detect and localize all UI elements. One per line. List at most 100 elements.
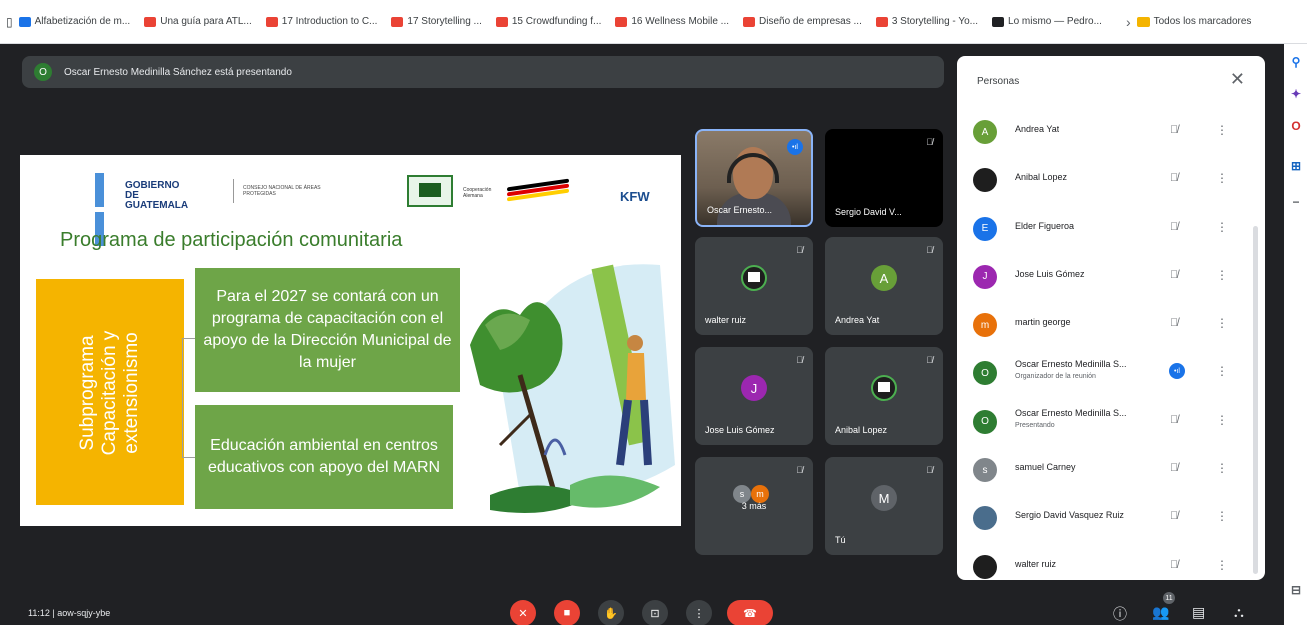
participant-role: Presentando — [1015, 421, 1055, 429]
participant-name: Andrea Yat — [1015, 124, 1060, 134]
participant-row[interactable]: Sergio David Vasquez Ruiz 🎙̸ ⋮ — [957, 496, 1257, 544]
bookmark-item[interactable]: 17 Introduction to C... — [265, 16, 377, 27]
clock-time: 11:12 — [28, 608, 50, 618]
activities-icon[interactable]: ⛬ — [1234, 604, 1244, 621]
participant-avatar: E — [973, 216, 997, 241]
participant-name: walter ruiz — [1015, 558, 1057, 569]
participant-avatar: A — [973, 120, 997, 144]
participant-tile[interactable]: 🎙̸ J Jose Luis Gómez — [695, 347, 813, 445]
bookmark-item[interactable]: 17 Storytelling ... — [391, 16, 482, 27]
mic-muted-icon[interactable]: 🎙̸ — [1170, 510, 1178, 522]
participant-row[interactable]: J Jose Luis Gómez 🎙̸ ⋮ — [957, 255, 1257, 303]
gemini-icon[interactable]: ✦ — [1290, 88, 1302, 100]
mic-muted-icon[interactable]: 🎙̸ — [1170, 414, 1178, 426]
bookmark-label: Una guía para ATL... — [160, 16, 252, 27]
gov-name: GOBIERNO DE GUATEMALA — [125, 180, 189, 211]
participant-row[interactable]: m martin george 🎙̸ ⋮ — [957, 303, 1257, 351]
mic-muted-icon[interactable]: 🎙̸ — [1170, 317, 1178, 329]
info-icon[interactable]: ⓘ — [1113, 604, 1127, 624]
participant-row[interactable]: O Oscar Ernesto Medinilla S... Organizador… — [957, 351, 1257, 399]
panel-scrollbar[interactable] — [1253, 226, 1258, 574]
mic-muted-icon[interactable]: 🎙̸ — [1170, 462, 1178, 474]
mic-muted-icon[interactable]: 🎙̸ — [1170, 269, 1178, 281]
headphones — [727, 153, 779, 183]
participant-row[interactable]: O Oscar Ernesto Medinilla S... Presentando… — [957, 400, 1257, 448]
outlook-icon[interactable]: ⊞ — [1290, 160, 1302, 172]
participant-name: Andrea Yat — [835, 315, 880, 325]
raise-hand-button[interactable]: ✋ — [598, 600, 624, 625]
more-vert-icon[interactable]: ⋮ — [1216, 268, 1228, 282]
bookmark-favicon-icon — [743, 16, 756, 27]
bookmark-favicon-icon — [615, 16, 628, 27]
participant-row[interactable]: E Elder Figueroa 🎙̸ ⋮ — [957, 207, 1257, 255]
bookmark-page-icon: ▯ — [6, 14, 13, 29]
participant-row[interactable]: A Andrea Yat 🎙̸ ⋮ — [957, 110, 1257, 158]
participant-row[interactable]: Anibal Lopez 🎙̸ ⋮ — [957, 158, 1257, 206]
bookmark-item[interactable]: 15 Crowdfunding f... — [495, 16, 601, 27]
more-vert-icon[interactable]: ⋮ — [1216, 364, 1228, 378]
bookmark-favicon-icon — [875, 16, 888, 27]
participant-avatar: J — [741, 375, 767, 401]
mic-off-button[interactable]: ✕ — [510, 600, 536, 625]
more-vert-icon[interactable]: ⋮ — [1216, 171, 1228, 185]
chat-icon[interactable]: ▤ — [1192, 604, 1205, 621]
all-bookmarks-label: Todos los marcadores — [1153, 16, 1252, 27]
add-icon[interactable]: − — [1290, 196, 1302, 208]
more-options-button[interactable]: ⋮ — [686, 600, 712, 625]
bookmarks-more-icon[interactable]: › — [1126, 14, 1131, 30]
all-bookmarks-folder[interactable]: Todos los marcadores — [1136, 16, 1252, 27]
mic-muted-icon[interactable]: 🎙̸ — [1170, 124, 1178, 136]
search-icon[interactable]: ⚲ — [1290, 56, 1302, 68]
more-vert-icon[interactable]: ⋮ — [1216, 413, 1228, 427]
participant-tile[interactable]: 🎙̸ s m 3 más — [695, 457, 813, 555]
more-vert-icon[interactable]: ⋮ — [1216, 220, 1228, 234]
participant-tile[interactable]: •ıl Oscar Ernesto... — [695, 129, 813, 227]
participant-tile[interactable]: 🎙̸ Sergio David V... — [825, 129, 943, 227]
bookmark-favicon-icon — [992, 16, 1005, 27]
more-vert-icon[interactable]: ⋮ — [1216, 123, 1228, 137]
bookmark-item[interactable]: Una guía para ATL... — [144, 16, 252, 27]
mic-muted-icon[interactable]: 🎙̸ — [1170, 559, 1178, 571]
participant-row[interactable]: walter ruiz 🎙̸ ⋮ — [957, 545, 1257, 593]
mic-muted-icon[interactable]: 🎙̸ — [1170, 172, 1178, 184]
office-icon[interactable]: O — [1290, 120, 1302, 132]
present-button[interactable]: ⊡ — [642, 600, 668, 625]
bookmark-item[interactable]: 3 Storytelling - Yo... — [875, 16, 978, 27]
participant-row[interactable]: s samuel Carney 🎙̸ ⋮ — [957, 448, 1257, 496]
sidebar-settings-icon[interactable]: ⊟ — [1290, 584, 1302, 596]
more-vert-icon[interactable]: ⋮ — [1216, 461, 1228, 475]
participant-tile[interactable]: 🎙̸ walter ruiz — [695, 237, 813, 335]
more-vert-icon[interactable]: ⋮ — [1216, 509, 1228, 523]
participant-name: Anibal Lopez — [1015, 172, 1068, 183]
participant-tile[interactable]: 🎙̸ A Andrea Yat — [825, 237, 943, 335]
people-icon[interactable]: 👥 — [1152, 604, 1169, 621]
bookmark-item[interactable]: Diseño de empresas ... — [743, 16, 862, 27]
bookmark-favicon-icon — [495, 16, 508, 27]
bookmark-item[interactable]: Lo mismo — Pedro... — [992, 16, 1102, 27]
panel-title: Personas — [977, 76, 1020, 87]
bookmark-favicon-icon — [391, 16, 404, 27]
connector-lines — [182, 338, 196, 458]
mic-muted-icon: 🎙̸ — [926, 245, 933, 255]
subprogram-text: Subprograma Capacitación y extensionismo — [77, 330, 142, 456]
more-vert-icon[interactable]: ⋮ — [1216, 558, 1228, 572]
bookmark-item[interactable]: 16 Wellness Mobile ... — [615, 16, 729, 27]
leave-call-button[interactable]: ☎ — [727, 600, 773, 625]
participant-tile[interactable]: 🎙̸ Anibal Lopez — [825, 347, 943, 445]
pencil-illustration — [470, 264, 675, 514]
training-box: Para el 2027 se contará con un programa … — [195, 268, 460, 392]
german-cooperation-logo: Cooperación Alemana — [463, 177, 573, 207]
camera-off-button[interactable]: ■ — [554, 600, 580, 625]
gov-sub: CONSEJO NACIONAL DE ÁREAS PROTEGIDAS — [243, 185, 321, 197]
participant-name: Jose Luis Gómez — [1015, 268, 1085, 279]
close-icon[interactable]: ✕ — [1230, 70, 1245, 88]
bookmark-label: 17 Storytelling ... — [407, 16, 482, 27]
participant-tile[interactable]: 🎙̸ M Tú — [825, 457, 943, 555]
mic-muted-icon[interactable]: 🎙̸ — [1170, 221, 1178, 233]
bookmark-favicon-icon — [144, 16, 157, 27]
participant-name: Jose Luis Gómez — [705, 425, 775, 435]
bookmark-item[interactable]: Alfabetización de m... — [18, 16, 130, 27]
participant-role: Organizador de la reunión — [1015, 373, 1096, 381]
shared-slide: GOBIERNO DE GUATEMALA CONSEJO NACIONAL D… — [20, 155, 681, 526]
more-vert-icon[interactable]: ⋮ — [1216, 316, 1228, 330]
